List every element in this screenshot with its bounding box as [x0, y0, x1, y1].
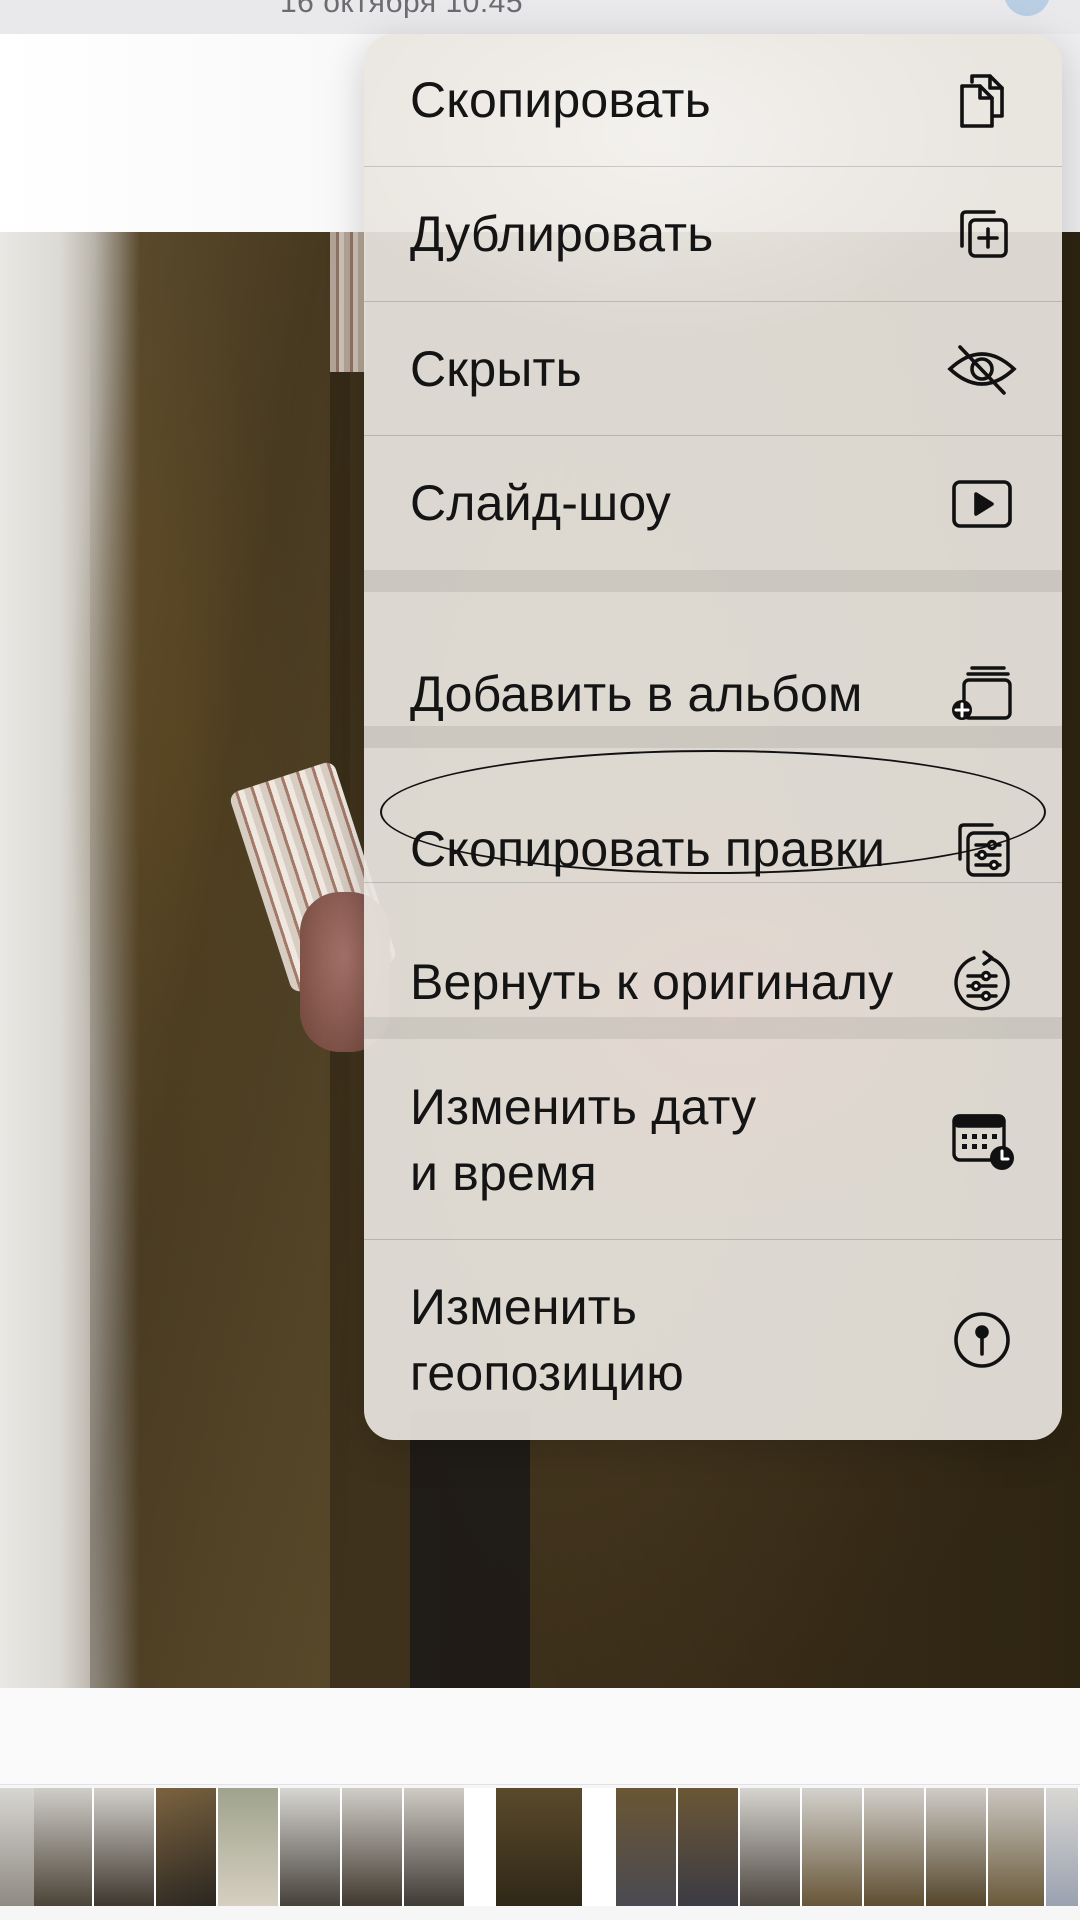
menu-item-label: Скопировать — [410, 72, 711, 128]
menu-item-copy[interactable]: Скопировать — [364, 34, 1062, 166]
add-to-album-icon — [950, 662, 1014, 726]
eye-slash-icon — [946, 337, 1018, 401]
thumbnail[interactable] — [1046, 1788, 1080, 1906]
thumbnail[interactable] — [94, 1788, 156, 1906]
play-icon — [950, 472, 1014, 536]
menu-group-gap — [364, 726, 1062, 748]
thumbnail-strip[interactable] — [0, 1788, 1080, 1906]
menu-item-label: Вернуть к оригиналу — [410, 954, 894, 1010]
menu-item-label: Скрыть — [410, 340, 582, 397]
menu-item-hide[interactable]: Скрыть — [364, 302, 1062, 435]
menu-group-gap — [364, 1017, 1062, 1039]
menu-item-label: Изменить дату и время — [410, 1079, 757, 1201]
menu-item-label: Скопировать правки — [410, 821, 886, 877]
dark-trousers — [410, 1412, 530, 1688]
menu-item-duplicate[interactable]: Дублировать — [364, 167, 1062, 301]
thumbnail[interactable] — [404, 1788, 466, 1906]
thumbnail[interactable] — [926, 1788, 988, 1906]
divider — [0, 1784, 1080, 1785]
thumbnail[interactable] — [802, 1788, 864, 1906]
current-thumbnail[interactable] — [496, 1788, 584, 1906]
menu-item-adjust-date[interactable]: Изменить дату и время — [364, 1039, 1062, 1241]
thumbnail[interactable] — [678, 1788, 740, 1906]
thumbnail[interactable] — [988, 1788, 1046, 1906]
thumbnail[interactable] — [34, 1788, 94, 1906]
location-pin-icon — [950, 1308, 1014, 1372]
photo-viewer-screen: 16 октября 10:45 Скопировать Дублировать… — [0, 0, 1080, 1920]
thumbnail-gap — [584, 1788, 616, 1906]
thumbnail[interactable] — [864, 1788, 926, 1906]
revert-icon — [950, 950, 1014, 1014]
thumbnail[interactable] — [342, 1788, 404, 1906]
copy-icon — [950, 68, 1014, 132]
calendar-clock-icon — [950, 1108, 1014, 1172]
thumbnail[interactable] — [218, 1788, 280, 1906]
photo-footer-space — [0, 1688, 1080, 1784]
context-menu: Скопировать Дублировать Скрыть Слайд-шоу… — [364, 34, 1062, 1440]
thumbnail[interactable] — [616, 1788, 678, 1906]
profile-avatar[interactable] — [1004, 0, 1050, 16]
thumbnail[interactable] — [280, 1788, 342, 1906]
photo-date-text: 16 октября 10:45 — [280, 0, 524, 19]
shirt-collar — [330, 232, 366, 372]
menu-item-label: Добавить в альбом — [410, 666, 863, 722]
menu-group-gap — [364, 570, 1062, 592]
copy-edits-icon — [950, 817, 1014, 881]
menu-item-label: Изменить геопозицию — [410, 1279, 684, 1401]
thumbnail-gap — [466, 1788, 496, 1906]
menu-item-adjust-location[interactable]: Изменить геопозицию — [364, 1240, 1062, 1440]
thumbnail[interactable] — [740, 1788, 802, 1906]
status-bar: 16 октября 10:45 — [0, 0, 1080, 35]
duplicate-icon — [950, 202, 1014, 266]
menu-item-label: Дублировать — [410, 206, 714, 262]
menu-item-label: Слайд-шоу — [410, 475, 672, 531]
thumbnail[interactable] — [156, 1788, 218, 1906]
